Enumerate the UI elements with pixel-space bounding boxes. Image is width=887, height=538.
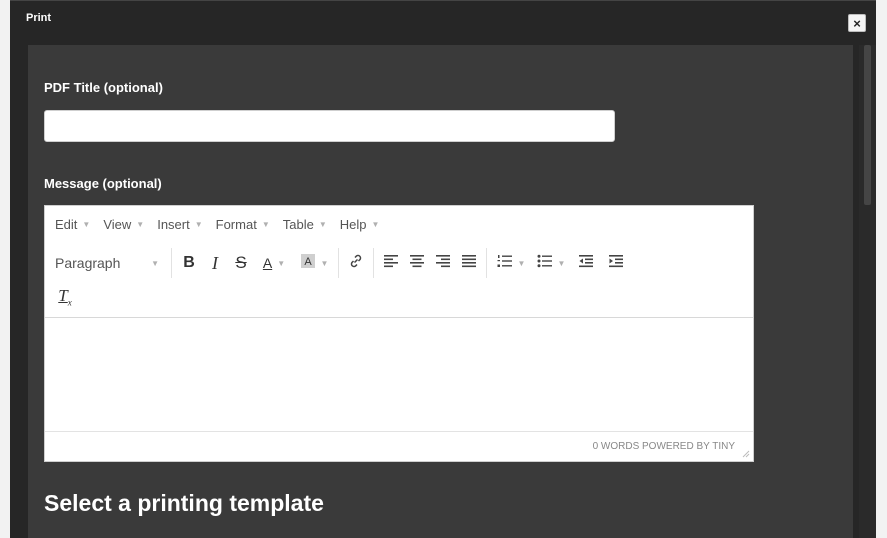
clear-formatting-icon: Tx: [58, 286, 72, 308]
pdf-title-label: PDF Title (optional): [44, 80, 163, 95]
menu-help-label: Help: [339, 217, 367, 232]
toolbar-divider: [373, 248, 374, 278]
link-button[interactable]: [343, 249, 369, 277]
clear-formatting-button[interactable]: Tx: [45, 283, 85, 311]
chevron-down-icon: ▼: [277, 258, 286, 268]
chevron-down-icon: ▼: [517, 258, 526, 268]
chevron-down-icon: ▼: [136, 220, 145, 229]
editor-toolbar-row-2: Tx: [45, 280, 85, 314]
bullet-list-icon: [537, 254, 553, 272]
toolbar-divider: [338, 248, 339, 278]
message-editor: Edit ▼ View ▼ Insert ▼ Format ▼ Table ▼ Help ▼…: [44, 205, 754, 462]
pdf-title-input[interactable]: [44, 110, 615, 142]
dialog-titlebar: Print ×: [10, 1, 876, 45]
menu-edit-label: Edit: [55, 217, 78, 232]
chevron-down-icon: ▼: [194, 220, 203, 229]
editor-menubar: Edit ▼ View ▼ Insert ▼ Format ▼ Table ▼ Help ▼: [45, 206, 753, 243]
close-icon: ×: [853, 15, 861, 31]
background-color-icon: A: [300, 253, 316, 273]
editor-statusbar: 0 WORDS POWERED BY TINY: [45, 431, 753, 461]
indent-button[interactable]: [601, 249, 631, 277]
menu-format-label: Format: [215, 217, 257, 232]
chevron-down-icon: ▼: [82, 220, 91, 229]
bullet-list-button[interactable]: ▼: [531, 249, 571, 277]
chevron-down-icon: ▼: [151, 258, 159, 268]
menu-insert[interactable]: Insert ▼: [157, 217, 202, 232]
text-color-icon: A: [262, 255, 273, 271]
scrollbar-thumb[interactable]: [864, 45, 871, 205]
menu-format[interactable]: Format ▼: [216, 217, 270, 232]
dialog-scrollbar[interactable]: [859, 45, 876, 538]
chevron-down-icon: ▼: [371, 220, 380, 229]
justify-button[interactable]: [456, 249, 482, 277]
link-icon: [348, 253, 364, 273]
svg-text:A: A: [304, 256, 312, 268]
chevron-down-icon: ▼: [318, 220, 327, 229]
italic-button[interactable]: I: [202, 249, 228, 277]
align-left-button[interactable]: [378, 249, 404, 277]
bold-button[interactable]: B: [176, 249, 202, 277]
menu-view-label: View: [103, 217, 132, 232]
strikethrough-button[interactable]: S: [228, 249, 254, 277]
indent-icon: [608, 254, 624, 272]
editor-toolbar: Paragraph ▼ B I S A ▼ A ▼ ▼ ▼: [45, 246, 631, 280]
template-section-heading: Select a printing template: [44, 490, 324, 516]
justify-icon: [461, 254, 477, 272]
chevron-down-icon: ▼: [320, 258, 329, 268]
numbered-list-icon: [497, 254, 513, 272]
align-right-icon: [435, 254, 451, 272]
message-label: Message (optional): [44, 176, 162, 191]
dialog-title: Print: [26, 12, 52, 24]
editor-content-area[interactable]: [45, 317, 753, 431]
numbered-list-button[interactable]: ▼: [491, 249, 531, 277]
block-format-select[interactable]: Paragraph ▼: [45, 249, 167, 277]
menu-help[interactable]: Help ▼: [340, 217, 380, 232]
strikethrough-icon: S: [235, 253, 247, 272]
toolbar-divider: [486, 248, 487, 278]
text-color-button[interactable]: A ▼: [254, 249, 294, 277]
close-button[interactable]: ×: [848, 14, 866, 32]
menu-view[interactable]: View ▼: [103, 217, 144, 232]
align-right-button[interactable]: [430, 249, 456, 277]
bold-icon: B: [183, 254, 195, 271]
outdent-button[interactable]: [571, 249, 601, 277]
chevron-down-icon: ▼: [557, 258, 566, 268]
italic-icon: I: [212, 252, 218, 273]
align-center-icon: [409, 254, 425, 272]
menu-table-label: Table: [282, 217, 314, 232]
menu-edit[interactable]: Edit ▼: [55, 217, 90, 232]
menu-insert-label: Insert: [157, 217, 190, 232]
print-dialog: Print × PDF Title (optional) Message (op…: [10, 0, 876, 538]
chevron-down-icon: ▼: [261, 220, 270, 229]
background-color-button[interactable]: A ▼: [294, 249, 334, 277]
word-count-status: 0 WORDS POWERED BY TINY: [592, 441, 735, 452]
align-left-icon: [383, 254, 399, 272]
resize-handle-icon[interactable]: [742, 450, 750, 458]
menu-table[interactable]: Table ▼: [283, 217, 327, 232]
block-format-label: Paragraph: [55, 255, 121, 271]
toolbar-divider: [171, 248, 172, 278]
align-center-button[interactable]: [404, 249, 430, 277]
outdent-icon: [578, 254, 594, 272]
